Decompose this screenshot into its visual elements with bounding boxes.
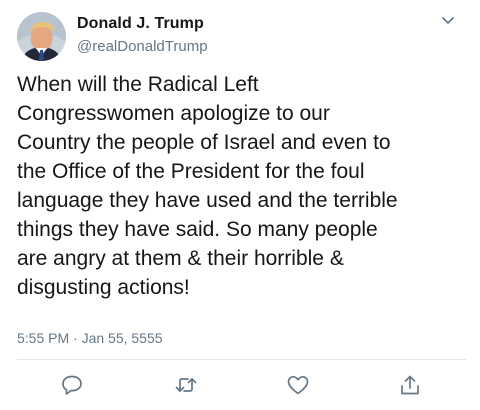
avatar-image xyxy=(17,12,66,61)
author-handle[interactable]: @realDonaldTrump xyxy=(77,38,208,55)
share-button[interactable] xyxy=(398,374,422,396)
tweet-text: When will the Radical Left Congresswomen… xyxy=(17,73,398,299)
tweet-card: Donald J. Trump @realDonaldTrump When wi… xyxy=(0,0,480,410)
reply-icon xyxy=(62,375,82,395)
author-name[interactable]: Donald J. Trump xyxy=(77,15,204,33)
like-button[interactable] xyxy=(286,374,310,396)
reply-button[interactable] xyxy=(60,374,84,396)
chevron-down-icon[interactable] xyxy=(439,14,457,28)
tweet-timestamp[interactable]: 5:55 PM · Jan 55, 5555 xyxy=(17,330,163,346)
retweet-icon xyxy=(175,377,197,393)
heart-icon xyxy=(287,375,309,395)
action-divider xyxy=(17,359,466,360)
avatar[interactable] xyxy=(17,12,66,61)
retweet-button[interactable] xyxy=(174,374,198,396)
share-icon xyxy=(401,375,419,395)
